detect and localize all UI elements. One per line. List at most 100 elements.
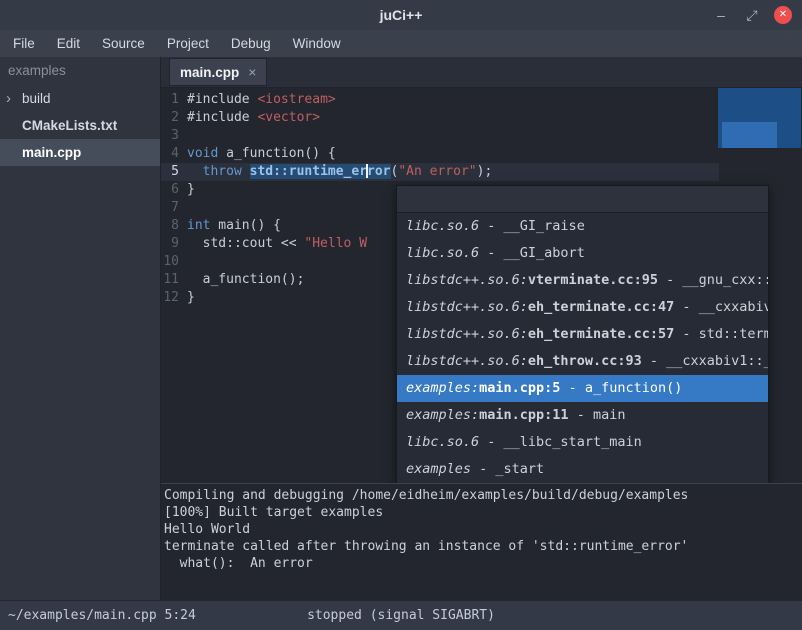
code-text: #include <iostream> [187,91,336,109]
code-token [187,164,203,179]
line-number: 1 [161,91,187,109]
frame-location: eh_terminate.cc:47 [528,299,674,315]
code-token: ror [367,164,390,179]
minimize-button[interactable]: – [712,6,730,24]
code-token: } [187,182,195,197]
code-token: <iostream> [257,92,335,107]
code-token: <vector> [257,110,320,125]
tab-maincpp[interactable]: main.cpp × [169,58,267,86]
line-number: 12 [161,289,187,307]
window-controls: – ⤢ ✕ [712,0,792,30]
code-token: ); [477,164,493,179]
menu-item-file[interactable]: File [2,30,46,57]
code-line-1[interactable]: 1#include <iostream> [161,91,719,109]
frame-library: examples: [406,380,479,396]
line-number: 5 [161,163,187,181]
code-text: std::cout << "Hello W [187,235,367,253]
code-line-4[interactable]: 4void a_function() { [161,145,719,163]
sidebar: examples ›buildCMakeLists.txtmain.cpp [0,57,161,600]
stack-frame-row[interactable]: examples:main.cpp:5 - a_function() [397,375,768,402]
menu-item-edit[interactable]: Edit [46,30,91,57]
stack-trace-popup: libc.so.6 - __GI_raiselibc.so.6 - __GI_a… [396,185,769,483]
main-area: examples ›buildCMakeLists.txtmain.cpp ma… [0,57,802,600]
code-token [242,164,250,179]
code-line-3[interactable]: 3 [161,127,719,145]
menu-item-project[interactable]: Project [156,30,220,57]
frame-library: libstdc++.so.6: [406,353,528,369]
frame-function: - __cxxabiv1::__cxa_thro [642,353,768,369]
code-token: std::cout << [187,236,304,251]
frame-library: examples [406,461,471,477]
stack-frame-row[interactable]: libstdc++.so.6:eh_terminate.cc:47 - __cx… [397,294,768,321]
terminal-line: Compiling and debugging /home/eidheim/ex… [164,487,799,504]
close-button[interactable]: ✕ [774,6,792,24]
stack-frame-row[interactable]: examples - _start [397,456,768,483]
text-cursor [366,164,368,178]
code-text: void a_function() { [187,145,336,163]
code-token: "An error" [398,164,476,179]
code-text: } [187,289,195,307]
stack-frame-row[interactable]: libc.so.6 - __GI_abort [397,240,768,267]
code-text: a_function(); [187,271,304,289]
frame-location: eh_throw.cc:93 [528,353,642,369]
tree-item-cmakelists-txt[interactable]: CMakeLists.txt [0,112,160,139]
tree-item-label: CMakeLists.txt [22,112,117,139]
stack-frame-row[interactable]: libc.so.6 - __libc_start_main [397,429,768,456]
code-token: a_function() { [218,146,335,161]
tab-label: main.cpp [180,65,239,80]
line-number: 10 [161,253,187,271]
frame-function: - __libc_start_main [479,434,642,450]
line-number: 7 [161,199,187,217]
code-line-2[interactable]: 2#include <vector> [161,109,719,127]
code-text: } [187,181,195,199]
code-token: throw [203,164,242,179]
code-text: #include <vector> [187,109,320,127]
tab-close-icon[interactable]: × [248,64,256,80]
tree-item-label: build [22,85,51,112]
frame-library: libc.so.6 [406,434,479,450]
stack-frame-row[interactable]: libstdc++.so.6:eh_terminate.cc:57 - std:… [397,321,768,348]
code-token: main() { [210,218,280,233]
frame-location: vterminate.cc:95 [528,272,658,288]
line-number: 3 [161,127,187,145]
menu-item-source[interactable]: Source [91,30,156,57]
frame-function: - __GI_abort [479,245,585,261]
line-number: 11 [161,271,187,289]
frame-location: main.cpp:5 [479,380,560,396]
window-title: juCi++ [0,7,802,23]
frame-function: - main [569,407,626,423]
frame-library: libstdc++.so.6: [406,326,528,342]
file-tree: ›buildCMakeLists.txtmain.cpp [0,85,160,166]
line-number: 8 [161,217,187,235]
line-number: 6 [161,181,187,199]
stack-frame-row[interactable]: libc.so.6 - __GI_raise [397,213,768,240]
frame-library: examples: [406,407,479,423]
editor-column: main.cpp × 1#include <iostream>2#include… [161,57,802,600]
window: juCi++ – ⤢ ✕ FileEditSourceProjectDebugW… [0,0,802,630]
tree-item-main-cpp[interactable]: main.cpp [0,139,160,166]
code-line-5[interactable]: 5 throw std::runtime_error("An error"); [161,163,719,181]
frame-function: - __cxxabiv1::__term [674,299,768,315]
maximize-button[interactable]: ⤢ [743,6,761,24]
terminal-line: terminate called after throwing an insta… [164,538,799,555]
frame-library: libstdc++.so.6: [406,272,528,288]
terminal-line: Hello World [164,521,799,538]
stack-frame-row[interactable]: libstdc++.so.6:eh_throw.cc:93 - __cxxabi… [397,348,768,375]
code-token: int [187,218,210,233]
terminal[interactable]: Compiling and debugging /home/eidheim/ex… [161,483,802,600]
tree-item-build[interactable]: ›build [0,85,160,112]
title-bar[interactable]: juCi++ – ⤢ ✕ [0,0,802,30]
stack-frame-row[interactable]: examples:main.cpp:11 - main [397,402,768,429]
editor[interactable]: 1#include <iostream>2#include <vector>34… [161,88,802,483]
menu-item-window[interactable]: Window [282,30,352,57]
menu-item-debug[interactable]: Debug [220,30,282,57]
terminal-line: what(): An error [164,555,799,572]
tab-bar: main.cpp × [161,57,802,88]
code-token: } [187,290,195,305]
frame-function: - __GI_raise [479,218,585,234]
chevron-right-icon: › [6,85,22,112]
minimap[interactable] [718,88,801,148]
stack-frame-row[interactable]: libstdc++.so.6:vterminate.cc:95 - __gnu_… [397,267,768,294]
tree-item-label: main.cpp [22,139,81,166]
frame-library: libstdc++.so.6: [406,299,528,315]
